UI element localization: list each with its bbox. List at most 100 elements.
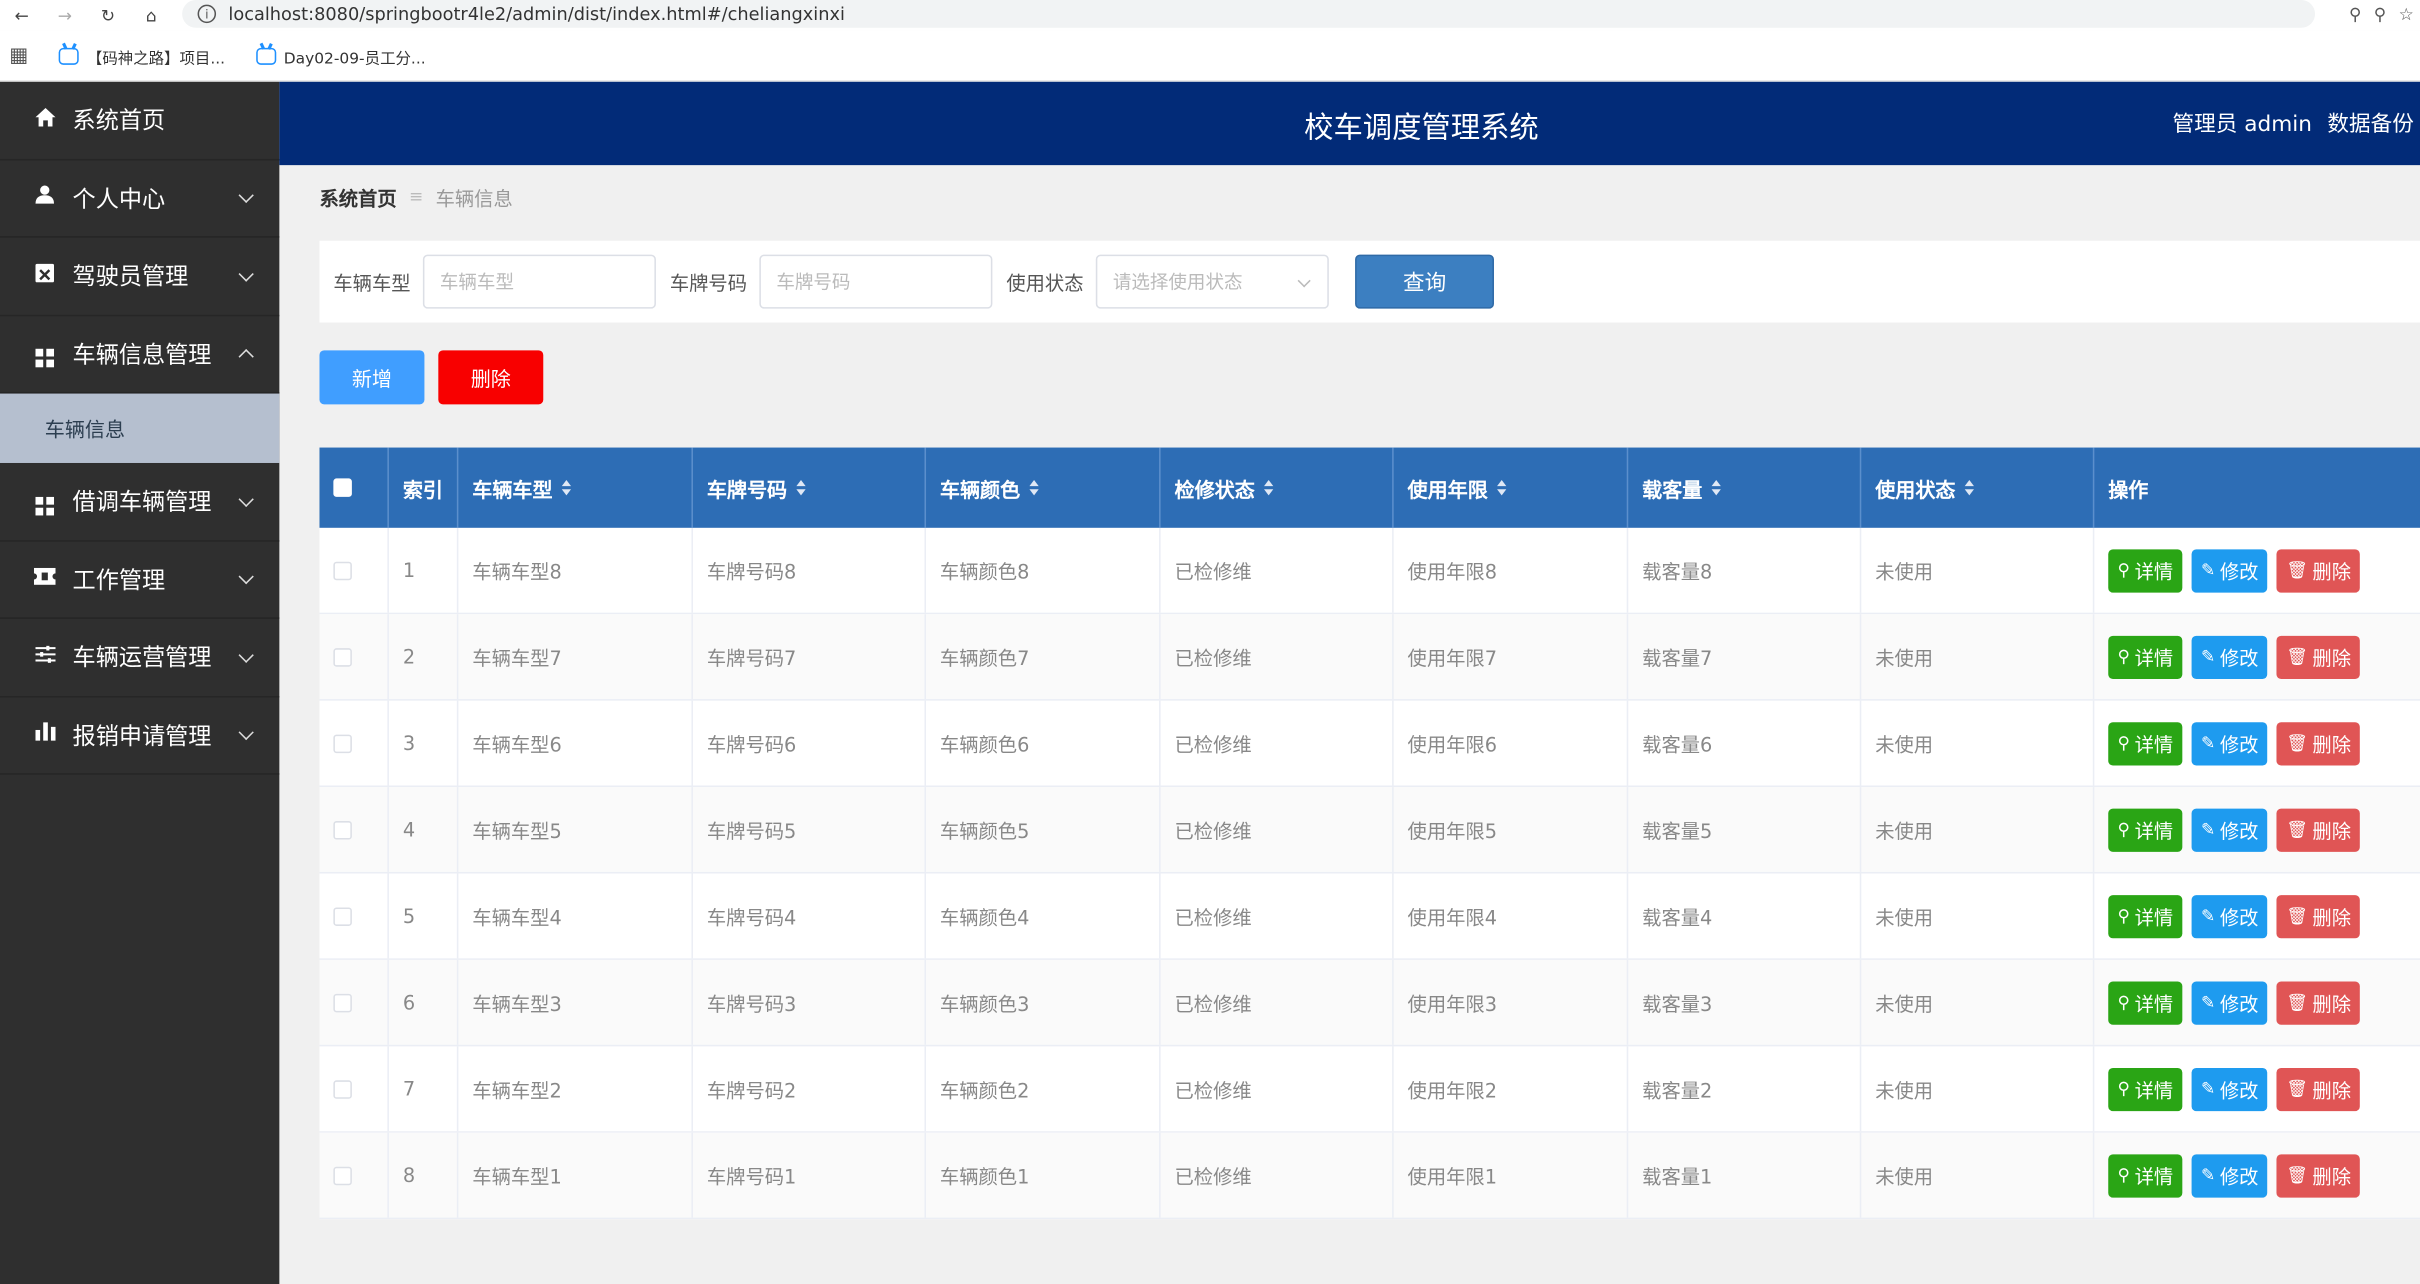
- edit-button[interactable]: ✎ 修改: [2191, 807, 2268, 852]
- sidebar-item-borrow-vehicle[interactable]: 借调车辆管理: [0, 463, 280, 541]
- delete-button[interactable]: 🗑 删除: [2276, 721, 2361, 765]
- column-header-usage-status[interactable]: 使用状态: [1861, 447, 2095, 528]
- delete-button[interactable]: 🗑 删除: [2276, 548, 2361, 592]
- row-checkbox[interactable]: [333, 993, 352, 1012]
- usage-status-select[interactable]: 请选择使用状态: [1095, 254, 1329, 309]
- sort-icon[interactable]: [1029, 479, 1039, 496]
- query-button[interactable]: 查询: [1355, 254, 1495, 309]
- cell-text: 2: [402, 645, 416, 669]
- delete-button[interactable]: 🗑 删除: [2276, 1067, 2361, 1111]
- detail-button[interactable]: ⚲ 详情: [2108, 894, 2183, 938]
- table-row[interactable]: 4 车辆车型5 车牌号码5 车辆颜色5 已检修维 使用年限5 载客量5 未使用 ⚲ 详情 ✎ 修改 🗑 删…: [319, 787, 2420, 874]
- reload-icon[interactable]: ↻: [86, 0, 129, 31]
- select-all-checkbox[interactable]: [333, 478, 352, 497]
- apps-grid-icon[interactable]: ▦: [9, 44, 28, 67]
- batch-delete-button[interactable]: 删除: [438, 350, 544, 405]
- cell-text: 使用年限1: [1407, 1165, 1497, 1189]
- edit-button[interactable]: ✎ 修改: [2191, 1067, 2268, 1111]
- column-header-maintenance[interactable]: 检修状态: [1161, 447, 1394, 528]
- detail-button[interactable]: ⚲ 详情: [2108, 548, 2183, 592]
- edit-button[interactable]: ✎ 修改: [2191, 980, 2268, 1024]
- edit-button[interactable]: ✎ 修改: [2191, 635, 2268, 679]
- delete-button[interactable]: 🗑 删除: [2276, 635, 2361, 679]
- row-checkbox[interactable]: [333, 560, 352, 580]
- bookmark-2[interactable]: Day02-09-员工分...: [255, 44, 426, 67]
- backup-link[interactable]: 数据备份: [2327, 108, 2413, 139]
- cell-text: 车辆颜色6: [939, 733, 1030, 757]
- edit-button[interactable]: ✎ 修改: [2191, 548, 2268, 592]
- pencil-icon: ✎: [2200, 992, 2216, 1013]
- home-browser-icon[interactable]: ⌂: [130, 0, 173, 31]
- sort-icon[interactable]: [1711, 479, 1721, 496]
- zoom-icon[interactable]: ⚲: [2374, 4, 2386, 24]
- delete-button[interactable]: 🗑 删除: [2276, 894, 2361, 938]
- sidebar-item-work[interactable]: 工作管理: [0, 541, 280, 619]
- sort-icon[interactable]: [1264, 479, 1274, 496]
- table-row[interactable]: 2 车辆车型7 车牌号码7 车辆颜色7 已检修维 使用年限7 载客量7 未使用 ⚲ 详情 ✎ 修改 🗑 删…: [319, 614, 2420, 701]
- sidebar-item-profile[interactable]: 个人中心: [0, 160, 280, 238]
- table-row[interactable]: 7 车辆车型2 车牌号码2 车辆颜色2 已检修维 使用年限2 载客量2 未使用 ⚲ 详情 ✎ 修改 🗑 删…: [319, 1046, 2420, 1133]
- column-header-color[interactable]: 车辆颜色: [926, 447, 1161, 528]
- sort-icon[interactable]: [561, 479, 572, 496]
- breadcrumb-home[interactable]: 系统首页: [319, 182, 396, 211]
- add-button[interactable]: 新增: [319, 350, 425, 405]
- edit-button[interactable]: ✎ 修改: [2191, 894, 2268, 938]
- cell-index: 8: [389, 1132, 459, 1218]
- sidebar-item-operations[interactable]: 车辆运营管理: [0, 619, 280, 697]
- edit-button[interactable]: ✎ 修改: [2191, 721, 2268, 765]
- cell-text: 载客量1: [1642, 1165, 1713, 1189]
- table-row[interactable]: 8 车辆车型1 车牌号码1 车辆颜色1 已检修维 使用年限1 载客量1 未使用 ⚲ 详情 ✎ 修改 🗑 删…: [319, 1132, 2420, 1220]
- row-checkbox[interactable]: [333, 820, 352, 839]
- sidebar-item-drivers[interactable]: 驾驶员管理: [0, 238, 280, 316]
- detail-button[interactable]: ⚲ 详情: [2108, 1153, 2183, 1197]
- row-checkbox[interactable]: [333, 733, 352, 753]
- cell-text: 6: [402, 990, 416, 1014]
- cell-text: 车辆颜色2: [939, 1078, 1030, 1102]
- sort-icon[interactable]: [1964, 479, 1974, 496]
- select-all-cell: [319, 447, 389, 528]
- sort-icon[interactable]: [1497, 479, 1507, 496]
- bilibili-icon: [59, 47, 80, 65]
- vehicle-type-input[interactable]: 车辆车型: [422, 254, 656, 309]
- current-user[interactable]: 管理员 admin: [2173, 108, 2312, 139]
- row-checkbox[interactable]: [333, 1165, 352, 1185]
- row-checkbox[interactable]: [333, 647, 352, 666]
- delete-button[interactable]: 🗑 删除: [2276, 807, 2361, 852]
- column-header-type[interactable]: 车辆车型: [458, 447, 693, 528]
- key-icon[interactable]: ⚲: [2349, 4, 2361, 24]
- delete-button[interactable]: 🗑 删除: [2276, 1153, 2361, 1197]
- edit-button[interactable]: ✎ 修改: [2191, 1153, 2268, 1197]
- url-text[interactable]: localhost:8080/springbootr4le2/admin/dis…: [228, 3, 844, 25]
- detail-button[interactable]: ⚲ 详情: [2108, 980, 2183, 1024]
- forward-icon[interactable]: →: [43, 0, 86, 31]
- site-info-icon[interactable]: i: [197, 4, 217, 24]
- detail-button[interactable]: ⚲ 详情: [2108, 807, 2183, 852]
- cell-index: 1: [389, 527, 459, 613]
- sidebar-item-vehicle-info[interactable]: 车辆信息管理: [0, 316, 280, 394]
- sidebar-item-home[interactable]: 系统首页: [0, 82, 280, 160]
- cell-maintenance: 已检修维: [1161, 959, 1394, 1045]
- column-header-service-life[interactable]: 使用年限: [1394, 447, 1629, 528]
- detail-button[interactable]: ⚲ 详情: [2108, 1067, 2183, 1111]
- table-row[interactable]: 5 车辆车型4 车牌号码4 车辆颜色4 已检修维 使用年限4 载客量4 未使用 ⚲ 详情 ✎ 修改 🗑 删…: [319, 873, 2420, 960]
- table-row[interactable]: 3 车辆车型6 车牌号码6 车辆颜色6 已检修维 使用年限6 载客量6 未使用 ⚲ 详情 ✎ 修改 🗑 删…: [319, 700, 2420, 788]
- plate-number-input[interactable]: 车牌号码: [759, 254, 993, 309]
- sidebar-item-reimbursement[interactable]: 报销申请管理: [0, 697, 280, 775]
- detail-button[interactable]: ⚲ 详情: [2108, 721, 2183, 765]
- sort-icon[interactable]: [796, 479, 806, 496]
- star-icon[interactable]: ☆: [2399, 4, 2414, 24]
- table-row[interactable]: 6 车辆车型3 车牌号码3 车辆颜色3 已检修维 使用年限3 载客量3 未使用 ⚲ 详情 ✎ 修改 🗑 删…: [319, 959, 2420, 1047]
- column-label: 车牌号码: [706, 479, 788, 503]
- column-header-plate[interactable]: 车牌号码: [693, 447, 927, 528]
- delete-button[interactable]: 🗑 删除: [2276, 980, 2361, 1024]
- detail-button[interactable]: ⚲ 详情: [2108, 635, 2183, 679]
- address-bar[interactable]: i localhost:8080/springbootr4le2/admin/d…: [182, 0, 2316, 28]
- sidebar-subitem-vehicle-info[interactable]: 车辆信息: [0, 393, 280, 463]
- row-checkbox[interactable]: [333, 1079, 352, 1099]
- row-checkbox[interactable]: [333, 906, 352, 926]
- back-icon[interactable]: ←: [0, 0, 43, 31]
- table-row[interactable]: 1 车辆车型8 车牌号码8 车辆颜色8 已检修维 使用年限8 载客量8 未使用 ⚲ 详情 ✎ 修改 🗑 删…: [319, 527, 2420, 615]
- bookmark-1[interactable]: 【码神之路】项目...: [59, 44, 225, 67]
- column-header-capacity[interactable]: 载客量: [1628, 447, 1862, 528]
- cell-service-life: 使用年限6: [1394, 700, 1629, 786]
